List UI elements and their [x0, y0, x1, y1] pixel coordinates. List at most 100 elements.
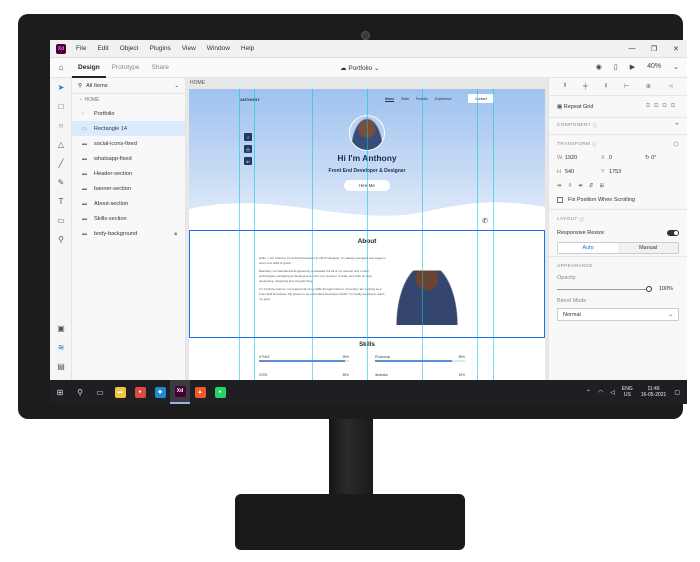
artboard-home[interactable]: ANTHONY Home Skills Portfolio Experience… — [189, 89, 545, 380]
height-input[interactable]: 540 — [565, 169, 601, 175]
layer-label: social-icons-fixed — [94, 140, 137, 147]
system-tray: ⌃ ◠ ◁ ENG US 11:46 16-05-2021 ▢ — [586, 386, 687, 398]
tab-design[interactable]: Design — [72, 58, 106, 78]
zoom-tool-icon[interactable]: ⚲ — [50, 230, 72, 249]
vscode-icon: ◆ — [154, 386, 166, 398]
3d-transform-icon[interactable]: ⬡ — [673, 141, 679, 148]
menu-view[interactable]: View — [182, 45, 196, 52]
y-input[interactable]: 1753 — [609, 169, 645, 175]
notification-icon[interactable]: ▢ — [674, 389, 680, 396]
search-icon[interactable]: ⚲ — [70, 380, 90, 404]
flip-horizontal-icon[interactable]: ⇹ — [557, 183, 568, 189]
fix-position-checkbox[interactable] — [557, 197, 563, 203]
tab-share[interactable]: Share — [146, 58, 175, 78]
artboard-tool-icon[interactable]: ▭ — [50, 211, 72, 230]
folder-icon: ▬ — [82, 170, 87, 177]
x-input[interactable]: 0 — [609, 155, 645, 161]
opacity-value[interactable]: 100% — [659, 286, 673, 292]
align-top-icon[interactable]: ⫪ — [563, 83, 566, 90]
slider-knob[interactable] — [646, 285, 652, 292]
grid-icon[interactable]: ⊞ — [599, 183, 610, 189]
layers-breadcrumb[interactable]: ‹ HOME — [72, 94, 185, 106]
rectangle-tool-icon[interactable]: □ — [50, 97, 72, 116]
layer-item-about-section[interactable]: ▬ About-section — [72, 196, 185, 211]
taskbar-vscode[interactable]: ◆ — [150, 380, 170, 404]
add-component-icon[interactable]: + — [675, 122, 679, 128]
layers-icon[interactable]: ≋ — [50, 338, 72, 357]
taskbar-chrome[interactable]: ● — [130, 380, 150, 404]
chevron-down-icon[interactable]: ⌄ — [673, 63, 679, 71]
blend-mode-select[interactable]: Normal ⌄ — [557, 308, 679, 321]
line-tool-icon[interactable]: ╱ — [50, 154, 72, 173]
layers-filter[interactable]: ⚲ All Items ⌄ — [72, 78, 185, 94]
align-left-icon[interactable]: ⊢ — [624, 83, 629, 90]
menu-plugins[interactable]: Plugins — [149, 45, 170, 52]
user-icon[interactable]: ◉ — [596, 63, 602, 71]
device-preview-icon[interactable]: ▯ — [614, 63, 618, 71]
chevron-up-icon[interactable]: ⌃ — [586, 389, 591, 396]
flip-vertical-icon[interactable]: ⇳ — [568, 183, 579, 189]
assets-icon[interactable]: ▣ — [50, 319, 72, 338]
minimize-button[interactable]: — — [621, 45, 643, 53]
date: 16-05-2021 — [640, 392, 667, 398]
menu-file[interactable]: File — [76, 45, 86, 52]
start-button[interactable]: ⊞ — [50, 380, 70, 404]
taskbar-adobe-xd[interactable]: Xd — [170, 380, 190, 404]
distribute-horizontal-icon[interactable]: ⇼ — [578, 183, 589, 189]
manual-option[interactable]: Manual — [618, 243, 678, 253]
tool-strip: ➤ □ ○ △ ╱ ✎ T ▭ ⚲ ▣ ≋ ▤ — [50, 78, 72, 380]
menu-help[interactable]: Help — [241, 45, 254, 52]
taskbar-brave[interactable]: ▲ — [190, 380, 210, 404]
zoom-level[interactable]: 40% — [647, 63, 661, 71]
align-right-icon[interactable]: ⊣ — [667, 83, 672, 90]
layer-item-skills-section[interactable]: ▬ Skills-section — [72, 211, 185, 226]
layer-item-banner-section[interactable]: ▬ banner-section — [72, 181, 185, 196]
ellipse-tool-icon[interactable]: ○ — [50, 116, 72, 135]
menu-window[interactable]: Window — [207, 45, 230, 52]
width-input[interactable]: 1920 — [565, 155, 601, 161]
rotation-input[interactable]: 0° — [651, 155, 656, 161]
menu-edit[interactable]: Edit — [97, 45, 108, 52]
resize-mode-segmented: Auto Manual — [557, 242, 679, 254]
opacity-label: Opacity — [557, 274, 576, 281]
auto-option[interactable]: Auto — [558, 243, 618, 253]
align-middle-icon[interactable]: ╪ — [583, 84, 587, 90]
pen-tool-icon[interactable]: ✎ — [50, 173, 72, 192]
align-center-icon[interactable]: ⊕ — [646, 83, 651, 90]
wifi-icon[interactable]: ◠ — [598, 389, 603, 396]
layer-item-header-section[interactable]: ▬ Header-section — [72, 166, 185, 181]
menu-object[interactable]: Object — [120, 45, 139, 52]
distribute-vertical-icon[interactable]: ⇵ — [589, 183, 600, 189]
layer-item-body-background[interactable]: ▬ body-background 🔒︎ — [72, 226, 185, 241]
taskview-icon[interactable]: ▭ — [90, 380, 110, 404]
home-icon[interactable]: ⌂ — [50, 63, 72, 72]
polygon-tool-icon[interactable]: △ — [50, 135, 72, 154]
play-icon[interactable]: ▶ — [630, 63, 635, 71]
text-tool-icon[interactable]: T — [50, 192, 72, 211]
layer-item-whatsapp-fixed[interactable]: ▬ whatsapp-fixed — [72, 151, 185, 166]
artboard-label[interactable]: HOME — [190, 80, 205, 86]
close-button[interactable]: ✕ — [665, 45, 687, 53]
layout-heading: LAYOUT — [557, 216, 578, 222]
layer-item-rectangle-14[interactable]: ▭ Rectangle 14 — [72, 121, 185, 136]
taskbar-file-explorer[interactable]: ▬ — [110, 380, 130, 404]
lock-icon[interactable]: 🔒︎ — [174, 231, 177, 237]
document-title[interactable]: ☁ Portfolio ⌄ — [340, 64, 379, 72]
responsive-resize-toggle[interactable] — [667, 230, 679, 236]
plugins-icon[interactable]: ▤ — [50, 357, 72, 376]
layer-item-social-icons-fixed[interactable]: ▬ social-icons-fixed — [72, 136, 185, 151]
opacity-slider[interactable] — [557, 285, 652, 292]
clock[interactable]: 11:46 16-05-2021 — [641, 386, 667, 398]
design-canvas[interactable]: HOME ANTHONY Home Skills Portfolio Exper… — [186, 78, 548, 380]
layer-item-portfolio[interactable]: ‹ Portfolio — [72, 106, 185, 121]
skill-name: Illustrator — [375, 373, 389, 377]
align-bottom-icon[interactable]: ⫫ — [604, 83, 607, 90]
repeat-grid-button[interactable]: Repeat Grid — [564, 104, 594, 110]
language-indicator[interactable]: ENG US — [622, 386, 633, 398]
tab-prototype[interactable]: Prototype — [106, 58, 146, 78]
monitor-stand-base — [235, 494, 465, 550]
taskbar-whatsapp[interactable]: ● — [210, 380, 230, 404]
select-tool-icon[interactable]: ➤ — [50, 78, 72, 97]
volume-icon[interactable]: ◁ — [610, 389, 615, 396]
maximize-button[interactable]: ❐ — [643, 45, 665, 53]
